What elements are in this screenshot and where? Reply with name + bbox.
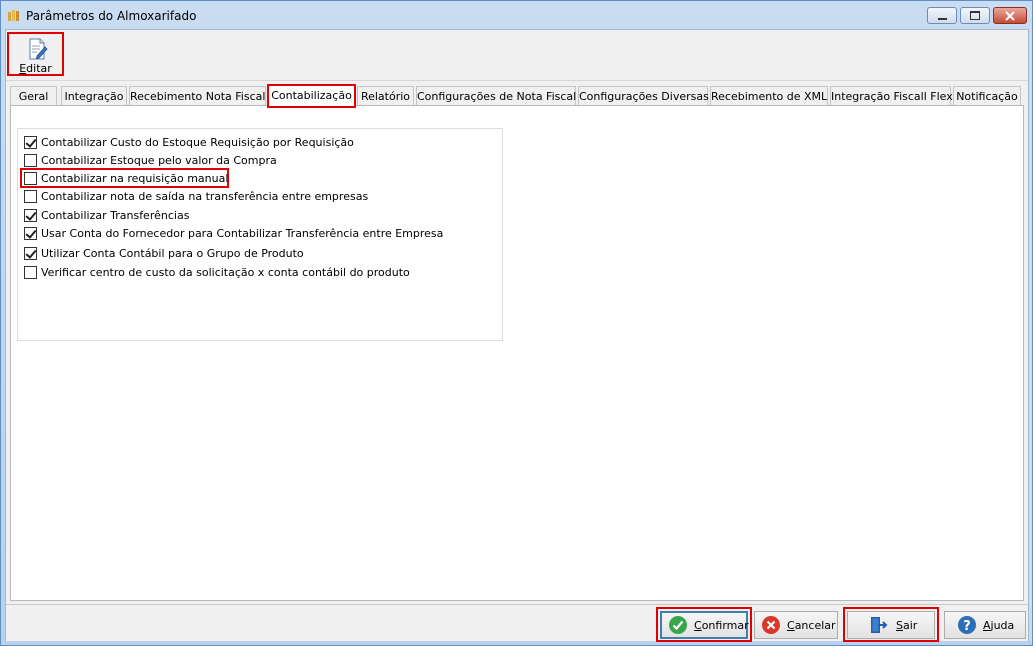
checkbox-checked[interactable] [24, 247, 37, 260]
option-conta-fornecedor-transferencia[interactable]: Usar Conta do Fornecedor para Contabiliz… [24, 225, 443, 242]
tab-notificacao[interactable]: Notificação [953, 86, 1021, 106]
option-nota-saida-transferencia[interactable]: Contabilizar nota de saída na transferên… [24, 188, 368, 205]
title-bar[interactable]: Parâmetros do Almoxarifado [1, 1, 1032, 29]
confirm-button[interactable]: Confirmar [660, 611, 749, 639]
edit-document-icon [29, 38, 48, 60]
option-label: Contabilizar Transferências [41, 209, 190, 222]
app-icon [8, 10, 19, 21]
option-label: Contabilizar na requisição manual [41, 172, 229, 185]
confirm-label: Confirmar [694, 618, 749, 632]
exit-label: Sair [896, 618, 918, 632]
window-right-edge [1029, 29, 1032, 641]
checkbox-checked[interactable] [24, 227, 37, 240]
tab-geral[interactable]: Geral [10, 86, 57, 106]
checkbox-unchecked[interactable] [24, 190, 37, 203]
tab-relatorio[interactable]: Relatório [357, 86, 414, 106]
tab-integracao[interactable]: Integração [61, 86, 127, 106]
tab-integracao-fiscall-flex[interactable]: Integração Fiscall Flex [830, 86, 953, 106]
cancel-button[interactable]: Cancelar [754, 611, 838, 639]
option-label: Contabilizar nota de saída na transferên… [41, 190, 369, 203]
minimize-button[interactable] [927, 7, 957, 24]
toolbar: Editar [6, 30, 1028, 81]
tab-configuracoes-diversas[interactable]: Configurações Diversas [578, 86, 709, 106]
tab-configuracoes-nota-fiscal[interactable]: Configurações de Nota Fiscal [416, 86, 576, 106]
close-button[interactable] [993, 7, 1027, 24]
option-label: Utilizar Conta Contábil para o Grupo de … [41, 247, 304, 260]
close-icon [1005, 10, 1015, 21]
check-circle-icon [669, 616, 687, 634]
checkbox-unchecked[interactable] [24, 172, 37, 185]
option-estoque-valor-compra[interactable]: Contabilizar Estoque pelo valor da Compr… [24, 152, 277, 169]
cancel-circle-icon [762, 616, 780, 634]
cancel-label: Cancelar [787, 618, 836, 632]
help-circle-icon: ? [958, 616, 976, 634]
exit-button[interactable]: Sair [847, 611, 935, 639]
tab-panel-contabilizacao: Contabilizar Custo do Estoque Requisição… [10, 105, 1024, 601]
checkbox-unchecked[interactable] [24, 266, 37, 279]
svg-text:?: ? [963, 619, 971, 634]
window-title: Parâmetros do Almoxarifado [26, 9, 197, 23]
option-custo-estoque-requisicao[interactable]: Contabilizar Custo do Estoque Requisição… [24, 134, 354, 151]
help-button[interactable]: ? Ajuda [944, 611, 1026, 639]
edit-button[interactable]: Editar [7, 32, 64, 76]
option-label: Contabilizar Estoque pelo valor da Compr… [41, 154, 277, 167]
option-label: Verificar centro de custo da solicitação… [41, 266, 410, 279]
client-area: Editar Geral Integração Recebimento Nota… [5, 29, 1029, 642]
tab-bar: Geral Integração Recebimento Nota Fiscal… [10, 84, 1024, 108]
option-label: Contabilizar Custo do Estoque Requisição… [41, 136, 354, 149]
tab-recebimento-nota-fiscal[interactable]: Recebimento Nota Fiscal [129, 86, 266, 106]
option-requisicao-manual[interactable]: Contabilizar na requisição manual [24, 170, 228, 187]
checkbox-unchecked[interactable] [24, 154, 37, 167]
restore-icon [970, 11, 980, 20]
option-conta-contabil-grupo-produto[interactable]: Utilizar Conta Contábil para o Grupo de … [24, 245, 304, 262]
maximize-button[interactable] [960, 7, 990, 24]
edit-button-label: Editar [19, 62, 52, 75]
option-transferencias[interactable]: Contabilizar Transferências [24, 207, 189, 224]
option-centro-custo-solicitacao[interactable]: Verificar centro de custo da solicitação… [24, 264, 410, 281]
tab-contabilizacao[interactable]: Contabilização [267, 84, 356, 108]
checkbox-checked[interactable] [24, 136, 37, 149]
minimize-icon [937, 17, 947, 20]
exit-door-icon [871, 617, 888, 633]
help-label: Ajuda [983, 618, 1015, 632]
tab-recebimento-xml[interactable]: Recebimento de XML [710, 86, 828, 106]
footer-bar: Confirmar Cancelar Sair ? Ajuda [6, 604, 1028, 642]
checkbox-checked[interactable] [24, 209, 37, 222]
app-window: Parâmetros do Almoxarifado Editar Geral … [0, 0, 1033, 646]
options-group: Contabilizar Custo do Estoque Requisição… [17, 128, 503, 341]
option-label: Usar Conta do Fornecedor para Contabiliz… [41, 227, 444, 240]
